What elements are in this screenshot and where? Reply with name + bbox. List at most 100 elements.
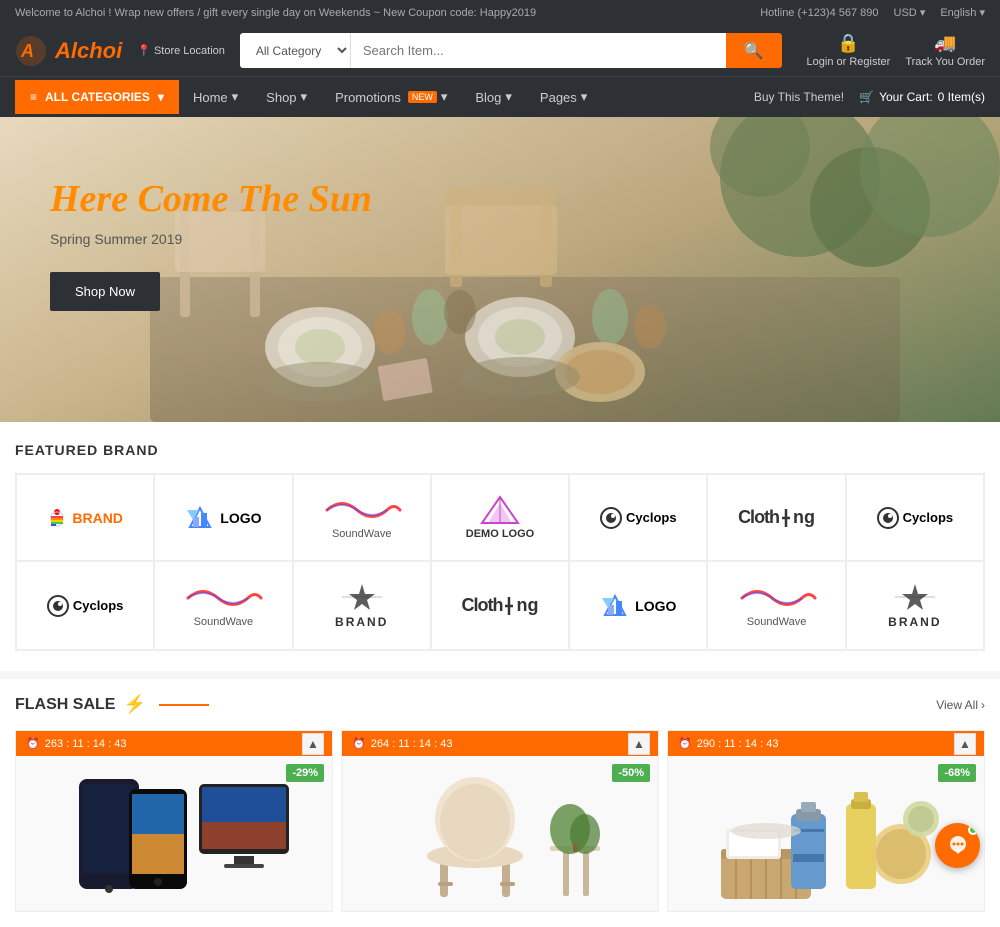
- chevron-right-icon: ›: [981, 698, 985, 712]
- brand-soundwave-3[interactable]: SoundWave: [707, 561, 845, 650]
- logo-icon: A: [15, 35, 47, 67]
- timer-toggle-3[interactable]: ▲: [954, 733, 976, 755]
- products-row: ⏰ 263 : 11 : 14 : 43 ▲ -29%: [15, 730, 985, 912]
- nav-shop[interactable]: Shop ▾: [252, 77, 321, 117]
- clothing2-t-icon: [504, 597, 514, 615]
- chevron-down-icon: ▾: [158, 90, 164, 104]
- hero-banner: Here Come The Sun Spring Summer 2019 Sho…: [0, 117, 1000, 422]
- hero-title: Here Come The Sun: [50, 177, 950, 221]
- product-card-2: ⏰ 264 : 11 : 14 : 43 ▲ -50%: [341, 730, 659, 912]
- view-all-link[interactable]: View All ›: [936, 698, 985, 712]
- header-actions: 🔒 Login or Register 🚚 Track You Order: [807, 33, 985, 68]
- discount-badge-1: -29%: [286, 764, 324, 782]
- brand-logo-blue[interactable]: LOGO: [154, 474, 292, 561]
- discount-badge-3: -68%: [938, 764, 976, 782]
- search-button[interactable]: 🔍: [726, 33, 782, 68]
- product-timer-3: ⏰ 290 : 11 : 14 : 43 ▲: [668, 731, 984, 756]
- demo-logo-icon: [480, 495, 520, 525]
- buy-theme-link[interactable]: Buy This Theme!: [754, 90, 844, 104]
- brand-cyclops-3[interactable]: Cyclops: [16, 561, 154, 650]
- language-selector[interactable]: English ▾: [940, 6, 985, 19]
- grid-icon: ≡: [30, 90, 37, 104]
- product-timer-1: ⏰ 263 : 11 : 14 : 43 ▲: [16, 731, 332, 756]
- brands-section: FEATURED BRAND BRAND: [0, 422, 1000, 671]
- top-bar: Welcome to Alchoi ! Wrap new offers / gi…: [0, 0, 1000, 25]
- location-pin-icon: 📍: [137, 44, 151, 57]
- brand-star[interactable]: BRAND: [293, 561, 431, 650]
- shop-now-button[interactable]: Shop Now: [50, 272, 160, 311]
- brand-soundwave[interactable]: SoundWave: [293, 474, 431, 561]
- brand-cyclops-2[interactable]: Cyclops: [846, 474, 984, 561]
- logo-blue-icon: [185, 505, 215, 530]
- header: A Alchoi 📍 Store Location All Category 🔍…: [0, 25, 1000, 76]
- cart-icon: 🛒: [859, 90, 874, 104]
- login-register[interactable]: 🔒 Login or Register: [807, 33, 891, 68]
- clothing-t-icon: [781, 509, 791, 527]
- furniture-svg: [375, 764, 625, 904]
- store-location[interactable]: 📍 Store Location: [137, 44, 225, 57]
- brand-clothing-2[interactable]: Cloth ng: [431, 561, 569, 650]
- all-categories-btn[interactable]: ≡ ALL CATEGORIES ▾: [15, 80, 179, 114]
- chevron-icon: ▾: [581, 89, 588, 105]
- timer-toggle-1[interactable]: ▲: [302, 733, 324, 755]
- brand-demo-logo[interactable]: DEMO LOGO: [431, 474, 569, 561]
- timer-toggle-2[interactable]: ▲: [628, 733, 650, 755]
- soundwave-icon: [322, 495, 402, 525]
- product-timer-2: ⏰ 264 : 11 : 14 : 43 ▲: [342, 731, 658, 756]
- flash-sale-title: FLASH SALE ⚡: [15, 694, 209, 715]
- chevron-icon: ▾: [232, 89, 239, 105]
- soundwave3-icon: [737, 583, 817, 613]
- truck-icon: 🚚: [934, 33, 956, 54]
- star-brand2-icon: [890, 582, 940, 612]
- clock-icon-3: ⏰: [678, 737, 692, 750]
- navbar: ≡ ALL CATEGORIES ▾ Home ▾ Shop ▾ Promoti…: [0, 76, 1000, 117]
- new-badge: NEW: [408, 91, 437, 103]
- svg-text:A: A: [20, 41, 34, 61]
- chat-bubble[interactable]: [935, 823, 980, 868]
- electronics-svg: [49, 764, 299, 904]
- search-input[interactable]: [351, 33, 726, 68]
- clock-icon-1: ⏰: [26, 737, 40, 750]
- hotline: Hotline (+123)4 567 890: [760, 7, 878, 19]
- cyclops2-icon: [877, 507, 899, 529]
- flash-icon: ⚡: [123, 694, 145, 715]
- announcement-text: Welcome to Alchoi ! Wrap new offers / gi…: [15, 7, 536, 19]
- search-bar: All Category 🔍: [240, 33, 782, 68]
- track-order[interactable]: 🚚 Track You Order: [905, 33, 985, 68]
- cart-button[interactable]: 🛒 Your Cart: 0 Item(s): [859, 90, 985, 104]
- brands-title: FEATURED BRAND: [15, 442, 985, 458]
- flash-sale-section: FLASH SALE ⚡ View All › ⏰ 263 : 11 : 14 …: [0, 679, 1000, 927]
- flash-sale-header: FLASH SALE ⚡ View All ›: [15, 694, 985, 715]
- clock-icon-2: ⏰: [352, 737, 366, 750]
- nav-right: Buy This Theme! 🛒 Your Cart: 0 Item(s): [754, 90, 985, 104]
- beauty-svg: [701, 764, 951, 904]
- product-card-1: ⏰ 263 : 11 : 14 : 43 ▲ -29%: [15, 730, 333, 912]
- nav-pages[interactable]: Pages ▾: [526, 77, 601, 117]
- online-indicator: [968, 825, 978, 835]
- lock-icon: 🔒: [837, 33, 859, 54]
- nav-blog[interactable]: Blog ▾: [461, 77, 526, 117]
- rainbow-apple-icon: [47, 508, 67, 528]
- product-card-3: ⏰ 290 : 11 : 14 : 43 ▲ -68%: [667, 730, 985, 912]
- sale-line: [159, 704, 209, 706]
- brand-star-2[interactable]: BRAND: [846, 561, 984, 650]
- cyclops-icon: [600, 507, 622, 529]
- brand-cyclops[interactable]: Cyclops: [569, 474, 707, 561]
- hero-content: Here Come The Sun Spring Summer 2019 Sho…: [0, 117, 1000, 422]
- currency-selector[interactable]: USD ▾: [894, 6, 926, 19]
- brand-soundwave-2[interactable]: SoundWave: [154, 561, 292, 650]
- brand-apple[interactable]: BRAND: [16, 474, 154, 561]
- hero-subtitle: Spring Summer 2019: [50, 231, 950, 247]
- category-dropdown[interactable]: All Category: [240, 33, 351, 68]
- logo-text: Alchoi: [55, 38, 122, 64]
- star-brand-icon: [337, 582, 387, 612]
- soundwave2-icon: [183, 583, 263, 613]
- nav-promotions[interactable]: Promotions NEW ▾: [321, 77, 461, 117]
- discount-badge-2: -50%: [612, 764, 650, 782]
- cyclops3-icon: [47, 595, 69, 617]
- brand-clothing-1[interactable]: Cloth ng: [707, 474, 845, 561]
- nav-home[interactable]: Home ▾: [179, 77, 252, 117]
- logo-blue2-icon: [600, 593, 630, 618]
- logo[interactable]: A Alchoi: [15, 35, 122, 67]
- brand-logo-blue-2[interactable]: LOGO: [569, 561, 707, 650]
